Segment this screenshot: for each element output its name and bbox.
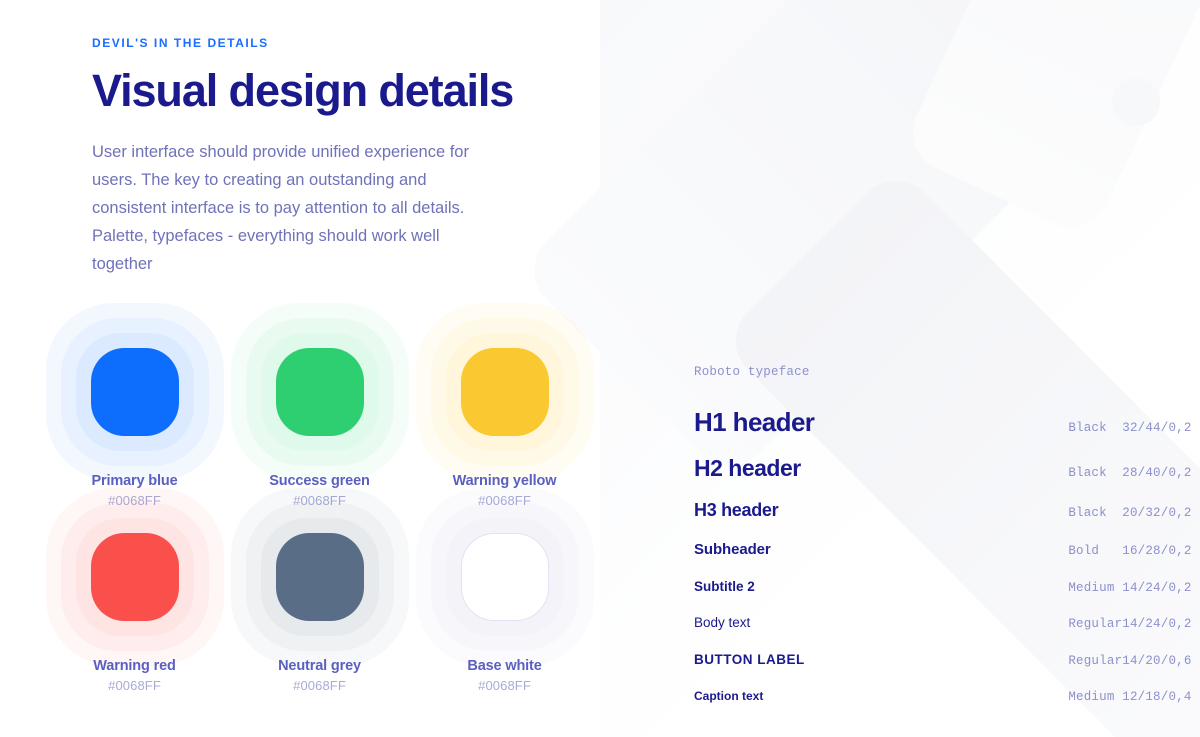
swatch-meta: Neutral grey #0068FF xyxy=(227,658,412,693)
swatch-hex-label: #0068FF xyxy=(108,678,161,693)
swatch-chip-stack xyxy=(230,488,409,666)
swatch-hex-label: #0068FF xyxy=(293,678,346,693)
type-sample-text: Body text xyxy=(694,615,751,630)
type-size-label: 28/40/0,2 xyxy=(1122,466,1192,480)
typography-row: Caption text Medium 12/18/0,4 xyxy=(694,689,1192,704)
typography-table-body: H1 header Black 32/44/0,2 H2 header Black 28/… xyxy=(694,407,1192,704)
type-weight-label: Regular xyxy=(1068,654,1123,668)
type-sample-text: H3 header xyxy=(694,500,779,520)
typography-row: Subtitle 2 Medium 14/24/0,2 xyxy=(694,579,1192,615)
swatch-name-label: Warning red xyxy=(93,658,176,674)
intro-paragraph: User interface should provide unified ex… xyxy=(92,142,469,273)
typography-row: BUTTON LABEL Regular 14/20/0,6 xyxy=(694,652,1192,689)
typography-row: H1 header Black 32/44/0,2 xyxy=(694,407,1192,455)
page-header: DEVIL'S IN THE DETAILS Visual design det… xyxy=(92,36,612,278)
type-weight-label: Black xyxy=(1068,506,1107,520)
type-sample-text: H1 header xyxy=(694,407,815,437)
type-weight-label: Black xyxy=(1068,421,1107,435)
swatch-meta: Base white #0068FF xyxy=(412,658,597,693)
type-sample-text: H2 header xyxy=(694,455,801,481)
typography-row: H3 header Black 20/32/0,2 xyxy=(694,500,1192,541)
type-sample-text: Subtitle 2 xyxy=(694,579,755,594)
type-weight-label: Regular xyxy=(1068,617,1123,631)
swatch-meta: Warning red #0068FF xyxy=(42,658,227,693)
swatch-chip-stack xyxy=(45,303,224,481)
swatch-name-label: Base white xyxy=(467,658,542,674)
typography-specimen: Roboto typeface H1 header Black 32/44/0,2 H… xyxy=(694,365,1191,704)
typography-row: Subheader Bold 16/28/0,2 xyxy=(694,541,1192,579)
typography-table: H1 header Black 32/44/0,2 H2 header Black 28/… xyxy=(694,407,1192,704)
color-palette-grid: Primary blue #0068FF Success green #0068FF W… xyxy=(42,303,597,700)
swatch-color-chip[interactable] xyxy=(460,348,549,436)
swatch-name-label: Warning yellow xyxy=(452,473,557,489)
eyebrow-label: DEVIL'S IN THE DETAILS xyxy=(92,36,269,50)
swatch-chip-stack xyxy=(230,303,409,481)
swatch-color-chip[interactable] xyxy=(460,533,549,621)
type-weight-label: Medium xyxy=(1068,690,1115,704)
page-title: Visual design details xyxy=(92,65,514,116)
swatch-chip-stack xyxy=(45,488,224,666)
swatch-name-label: Primary blue xyxy=(91,473,178,489)
typography-row: Body text Regular 14/24/0,2 xyxy=(694,615,1192,652)
type-size-label: 12/18/0,4 xyxy=(1122,690,1192,704)
swatch-hex-label: #0068FF xyxy=(478,678,531,693)
typeface-caption: Roboto typeface xyxy=(694,365,810,379)
swatch-chip-stack xyxy=(415,303,594,481)
color-swatch[interactable]: Warning red #0068FF xyxy=(42,488,227,700)
typography-row: H2 header Black 28/40/0,2 xyxy=(694,455,1192,500)
type-size-label: 14/20/0,6 xyxy=(1122,654,1192,668)
swatch-color-chip[interactable] xyxy=(90,348,179,436)
type-size-label: 14/24/0,2 xyxy=(1122,581,1192,595)
type-sample-text: BUTTON LABEL xyxy=(694,652,805,667)
swatch-name-label: Success green xyxy=(269,473,370,489)
type-sample-text: Subheader xyxy=(694,541,771,558)
swatch-name-label: Neutral grey xyxy=(278,658,361,674)
type-size-label: 16/28/0,2 xyxy=(1122,544,1192,558)
type-weight-label: Medium xyxy=(1068,581,1115,595)
design-system-page: DEVIL'S IN THE DETAILS Visual design det… xyxy=(0,0,1200,737)
color-swatch[interactable]: Base white #0068FF xyxy=(412,515,597,700)
type-size-label: 32/44/0,2 xyxy=(1122,421,1192,435)
swatch-color-chip[interactable] xyxy=(275,533,364,621)
type-size-label: 20/32/0,2 xyxy=(1122,506,1192,520)
type-size-label: 14/24/0,2 xyxy=(1122,617,1192,631)
swatch-color-chip[interactable] xyxy=(275,348,364,436)
swatch-chip-stack xyxy=(416,518,594,636)
swatch-color-chip[interactable] xyxy=(90,533,179,621)
type-sample-text: Caption text xyxy=(694,689,764,703)
color-swatch[interactable]: Neutral grey #0068FF xyxy=(227,488,412,700)
type-weight-label: Black xyxy=(1068,466,1107,480)
type-weight-label: Bold xyxy=(1068,544,1100,558)
